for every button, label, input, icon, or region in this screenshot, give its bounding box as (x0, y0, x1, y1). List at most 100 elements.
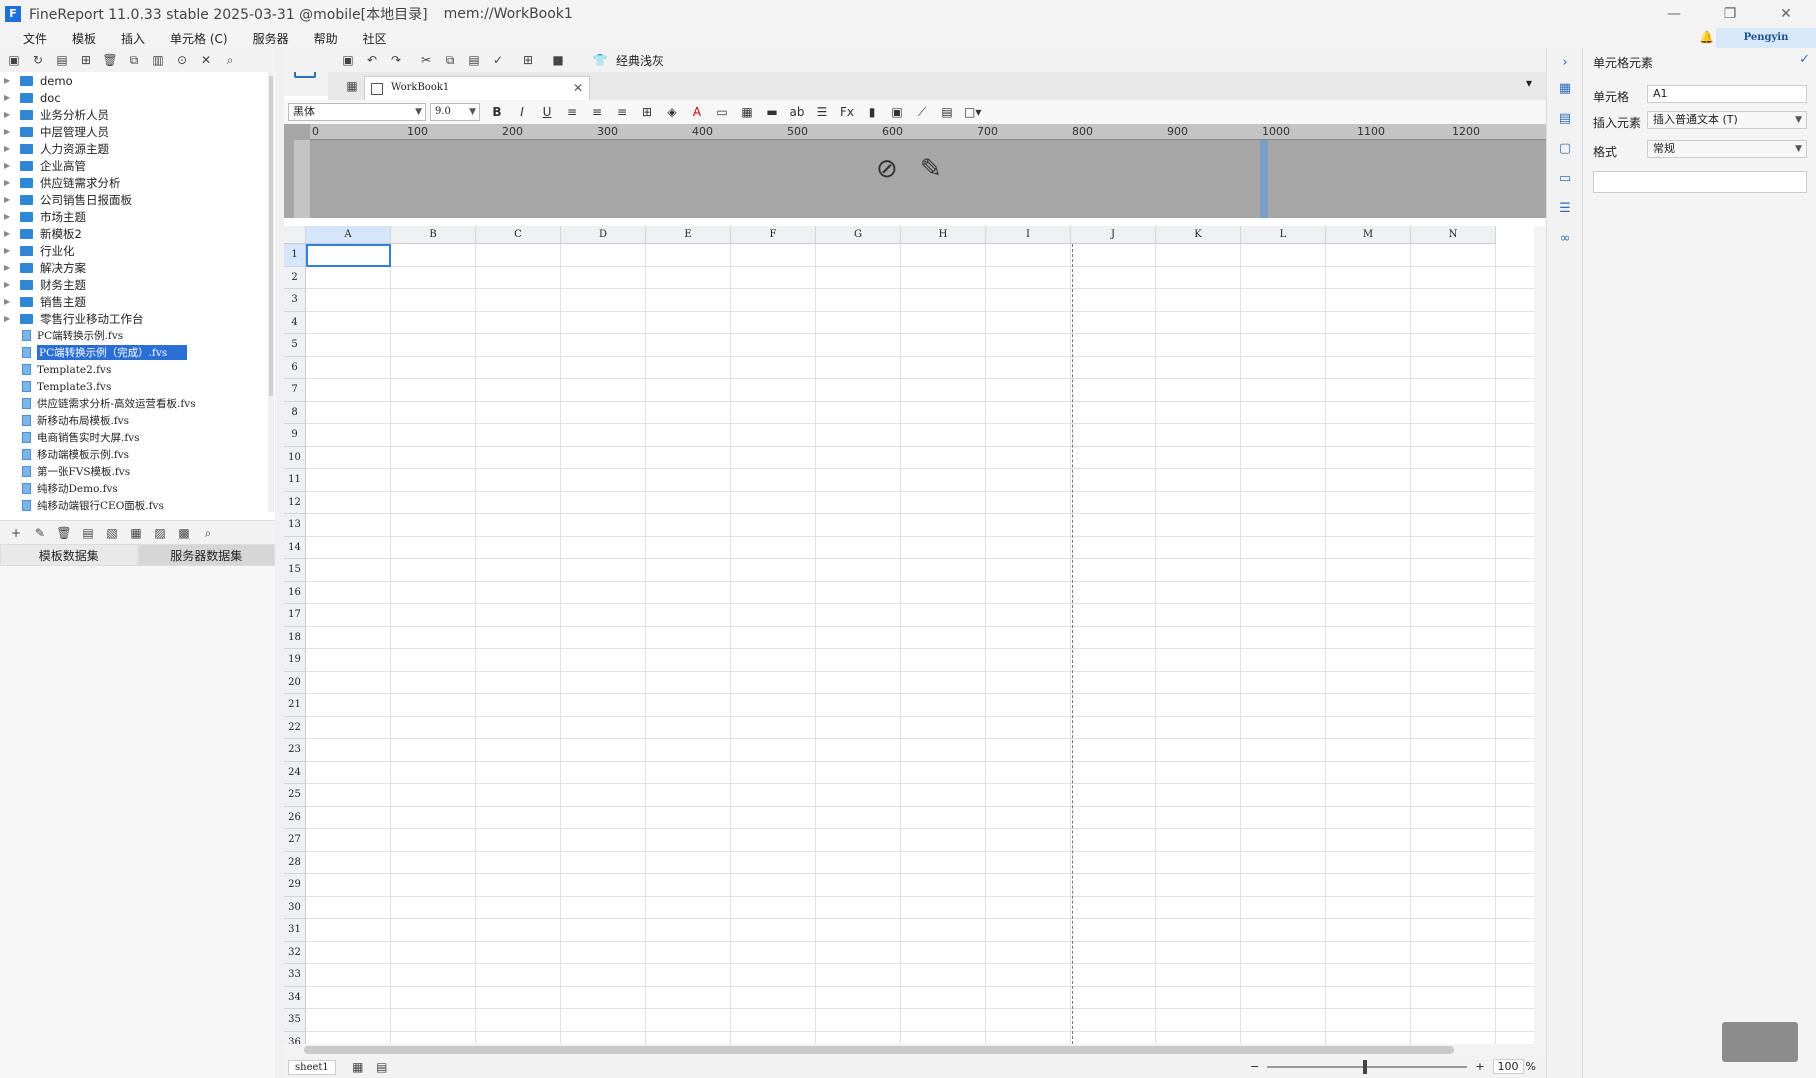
table-icon[interactable]: ▦ (128, 525, 144, 541)
column-header[interactable]: A (306, 226, 391, 244)
row-header[interactable]: 4 (284, 311, 306, 334)
row-header[interactable]: 32 (284, 941, 306, 964)
font-color-icon[interactable]: A (689, 105, 705, 119)
row-header[interactable]: 35 (284, 1009, 306, 1032)
zoom-slider[interactable] (1267, 1059, 1468, 1074)
connect-icon[interactable]: ▩ (176, 525, 192, 541)
tree-file[interactable]: 纯移动Demo.fvs (0, 480, 268, 497)
align-center-icon[interactable]: ≡ (589, 105, 605, 119)
format-painter-icon[interactable]: ✓ (490, 52, 506, 68)
row-header[interactable]: 31 (284, 919, 306, 942)
chevron-right-icon[interactable]: ▶ (4, 195, 14, 204)
column-header[interactable]: M (1326, 226, 1411, 244)
chevron-right-icon[interactable]: ▶ (4, 246, 14, 255)
minimize-button[interactable]: — (1652, 0, 1696, 28)
row-header[interactable]: 14 (284, 536, 306, 559)
row-header[interactable]: 26 (284, 806, 306, 829)
template-icon[interactable]: ⊞ (520, 52, 536, 68)
row-header[interactable]: 28 (284, 851, 306, 874)
lock-icon[interactable]: ⊞ (78, 52, 94, 68)
save-icon[interactable]: ▣ (340, 52, 356, 68)
preview-icon-main[interactable]: ■ (550, 52, 566, 68)
delete-dataset-icon[interactable]: 🗑 (56, 525, 72, 541)
chevron-right-icon[interactable]: ▶ (4, 212, 14, 221)
tree-folder[interactable]: ▶ 市场主题 (0, 208, 268, 225)
menu-item[interactable]: 模板 (72, 30, 96, 47)
float-element-icon[interactable]: ▢ (1557, 142, 1573, 156)
hyperlink-icon[interactable]: ∞ (1557, 232, 1573, 246)
bold-button[interactable]: B (489, 105, 505, 119)
sheet-tab[interactable]: sheet1 (288, 1059, 336, 1075)
row-header[interactable]: 34 (284, 986, 306, 1009)
locate-icon[interactable]: ⊙ (174, 52, 190, 68)
format-select[interactable]: 常规 ▼ (1647, 140, 1807, 158)
row-header[interactable]: 5 (284, 334, 306, 357)
row-header[interactable]: 21 (284, 694, 306, 717)
column-header[interactable]: L (1241, 226, 1326, 244)
refresh-icon[interactable]: ↻ (30, 52, 46, 68)
row-header[interactable]: 30 (284, 896, 306, 919)
copy-icon[interactable]: ⧉ (126, 52, 142, 68)
tree-folder[interactable]: ▶ doc (0, 89, 268, 106)
tree-folder[interactable]: ▶ 零售行业移动工作台 (0, 310, 268, 327)
column-header[interactable]: B (391, 226, 476, 244)
row-header[interactable]: 24 (284, 761, 306, 784)
menu-item[interactable]: 文件 (23, 30, 47, 47)
italic-button[interactable]: I (514, 105, 530, 119)
row-header[interactable]: 23 (284, 739, 306, 762)
column-header[interactable]: E (646, 226, 731, 244)
tree-folder[interactable]: ▶ 销售主题 (0, 293, 268, 310)
row-header[interactable]: 16 (284, 581, 306, 604)
add-dataset-icon[interactable]: + (8, 525, 24, 541)
pencil-icon[interactable]: ✎ (920, 154, 942, 184)
tree-file[interactable]: PC端转换示例.fvs (0, 327, 268, 344)
row-header[interactable]: 25 (284, 784, 306, 807)
tree-folder[interactable]: ▶ 公司销售日报面板 (0, 191, 268, 208)
widget-icon[interactable]: ▭ (1557, 172, 1573, 186)
more-border-icon[interactable]: □▾ (964, 105, 981, 119)
bell-icon[interactable]: 🔔 (1699, 30, 1714, 44)
image-icon[interactable]: ▣ (889, 105, 905, 119)
tree-folder[interactable]: ▶ 行业化 (0, 242, 268, 259)
column-header[interactable]: F (731, 226, 816, 244)
column-header[interactable]: J (1071, 226, 1156, 244)
row-header[interactable]: 15 (284, 559, 306, 582)
tree-file[interactable]: 供应链需求分析-高效运营看板.fvs (0, 395, 268, 412)
menu-item[interactable]: 服务器 (253, 30, 289, 47)
row-header[interactable]: 13 (284, 514, 306, 537)
open-icon[interactable]: ▤ (54, 52, 70, 68)
row-header[interactable]: 9 (284, 424, 306, 447)
delete-icon[interactable]: 🗑 (102, 52, 118, 68)
zoom-out-button[interactable]: − (1250, 1060, 1259, 1073)
underline-button[interactable]: U (539, 105, 555, 119)
tree-folder[interactable]: ▶ 中层管理人员 (0, 123, 268, 140)
row-header[interactable]: 22 (284, 716, 306, 739)
chevron-right-icon[interactable]: ▶ (4, 263, 14, 272)
row-header[interactable]: 18 (284, 626, 306, 649)
page-boundary-marker[interactable] (1260, 140, 1268, 218)
cell-attr-icon[interactable]: ▤ (1557, 112, 1573, 126)
row-header[interactable]: 10 (284, 446, 306, 469)
edit-dataset-icon[interactable]: ✎ (32, 525, 48, 541)
tree-file[interactable]: 电商销售实时大屏.fvs (0, 429, 268, 446)
menu-item[interactable]: 社区 (363, 30, 387, 47)
tree-folder[interactable]: ▶ 解决方案 (0, 259, 268, 276)
column-header[interactable]: D (561, 226, 646, 244)
formula-icon[interactable]: Fx (839, 105, 855, 119)
wrap-icon[interactable]: ▬ (764, 105, 780, 119)
row-header[interactable]: 7 (284, 379, 306, 402)
row-header[interactable]: 19 (284, 649, 306, 672)
horizontal-scrollbar[interactable] (284, 1044, 1546, 1056)
new-folder-icon[interactable]: ▣ (6, 52, 22, 68)
column-header[interactable]: N (1411, 226, 1496, 244)
tree-folder[interactable]: ▶ 企业高管 (0, 157, 268, 174)
slash-icon[interactable]: ⟋ (914, 105, 930, 120)
close-window-button[interactable]: ✕ (1764, 0, 1808, 28)
selected-cell-a1[interactable] (306, 244, 391, 267)
row-header[interactable]: 6 (284, 356, 306, 379)
trash-icon[interactable]: ▥ (150, 52, 166, 68)
unmerge-icon[interactable]: ▦ (739, 105, 755, 119)
server-icon[interactable]: ▨ (152, 525, 168, 541)
chevron-right-icon[interactable]: ▶ (4, 127, 14, 136)
cell-element-icon[interactable]: ▦ (1557, 82, 1573, 96)
